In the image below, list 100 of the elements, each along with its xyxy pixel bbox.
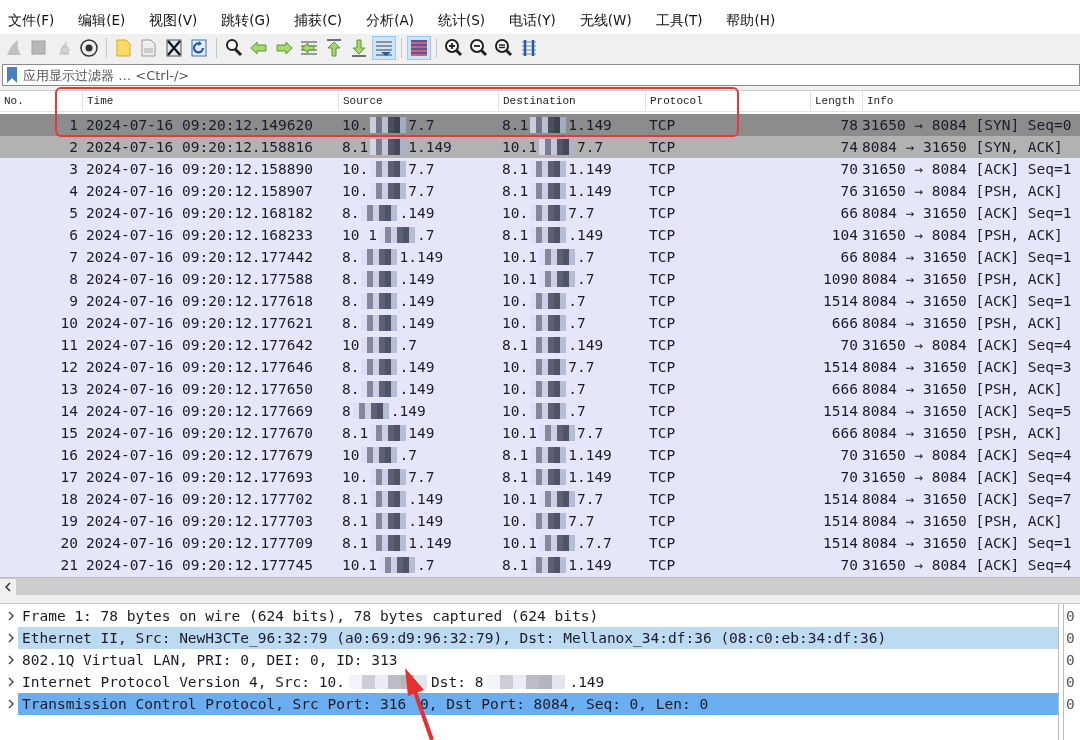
detail-row[interactable]: Transmission Control Protocol, Src Port: 316 0, Dst Port: 8084, Seq: 0, Len: 0 xyxy=(18,693,1058,715)
menu-item[interactable]: 分析(A) xyxy=(364,10,422,32)
colored-lines-button[interactable] xyxy=(407,36,431,60)
destination-address: 10. xyxy=(502,205,529,221)
column-header[interactable]: Destination xyxy=(498,91,645,111)
source-address: 10. xyxy=(342,117,369,133)
menu-item[interactable]: 工具(T) xyxy=(653,10,711,32)
source-address: .7 xyxy=(399,337,417,353)
autoscroll-button[interactable] xyxy=(372,36,396,60)
destination-address: 10. xyxy=(502,315,529,331)
menu-item[interactable]: 视图(V) xyxy=(147,10,206,32)
number-cell-text: 9 xyxy=(68,293,79,309)
down-arrow-icon xyxy=(349,38,369,58)
redaction-mosaic xyxy=(370,117,407,133)
protocol-cell-text: TCP xyxy=(648,513,677,529)
redaction-mosaic xyxy=(538,139,575,155)
column-header[interactable]: Length xyxy=(810,91,862,111)
source-address: 10. xyxy=(342,161,369,177)
bookmark-icon[interactable] xyxy=(5,66,19,84)
column-header[interactable]: Source xyxy=(338,91,498,111)
menu-item[interactable]: 帮助(H) xyxy=(724,10,784,32)
number-cell-text: 21 xyxy=(59,557,79,573)
zoom-out-icon xyxy=(469,38,489,58)
protocol-cell-text: TCP xyxy=(648,293,677,309)
length-cell-text: 1514 xyxy=(822,403,859,419)
length-cell-text: 666 xyxy=(830,315,859,331)
menu-item[interactable]: 电话(Y) xyxy=(507,10,564,32)
destination-address: 8.1 xyxy=(502,227,529,243)
source-address: .149 xyxy=(399,381,435,397)
column-header[interactable]: Protocol xyxy=(645,91,810,111)
column-header[interactable]: No. xyxy=(0,91,82,111)
source-address: 10 1 xyxy=(342,227,377,243)
redaction-mosaic xyxy=(361,271,398,287)
destination-address: 7.7 xyxy=(576,425,604,441)
display-filter-field[interactable]: 应用显示过滤器 … <Ctrl-/> xyxy=(2,64,1080,86)
destination-address: 7.7 xyxy=(568,513,595,529)
source-address: 10 xyxy=(342,337,360,353)
protocol-cell-text: TCP xyxy=(648,337,677,353)
info-cell-text: 8084 → 31650 [ACK] Seq=1 xyxy=(862,535,1073,551)
source-address: 10.1 xyxy=(342,557,377,573)
menu-item[interactable]: 编辑(E) xyxy=(76,10,134,32)
destination-address: 10.1 xyxy=(502,249,537,265)
info-cell-text: 31650 → 8084 [ACK] Seq=4 xyxy=(862,447,1073,463)
redaction-mosaic xyxy=(530,403,567,419)
autoscroll-icon xyxy=(374,38,394,58)
redaction-mosaic xyxy=(538,271,575,287)
destination-address: 1.149 xyxy=(568,183,612,199)
info-cell-text: 8084 → 31650 [ACK] Seq=5 xyxy=(862,403,1073,419)
source-address: .149 xyxy=(399,359,435,375)
destination-address: 1.149 xyxy=(568,447,612,463)
settings-button[interactable] xyxy=(77,36,101,60)
horizontal-scrollbar[interactable] xyxy=(0,577,1080,595)
menu-item[interactable]: 跳转(G) xyxy=(219,10,279,32)
length-cell-text: 78 xyxy=(839,117,859,133)
redaction-mosaic xyxy=(378,557,415,573)
detail-row[interactable]: Internet Protocol Version 4, Src: 10. Dst: 8 .149 xyxy=(18,671,1058,693)
menu-item[interactable]: 文件(F) xyxy=(6,10,63,32)
packet-row[interactable]: 2 2024-07-16 09:20:12.158816 8.1 1.149 10.1 7.7 TCP 74 8084 → 31650 [SYN, ACK] xyxy=(0,136,1080,158)
redaction-mosaic xyxy=(530,337,567,353)
menu-item[interactable]: 统计(S) xyxy=(435,10,494,32)
length-cell-text: 104 xyxy=(830,227,859,243)
detail-row[interactable]: 802.1Q Virtual LAN, PRI: 0, DEI: 0, ID: 313 xyxy=(18,649,1058,671)
source-address: 8. xyxy=(342,359,360,375)
menu-item[interactable]: 捕获(C) xyxy=(292,10,351,32)
redaction-mosaic xyxy=(530,161,567,177)
redaction-mosaic xyxy=(361,315,398,331)
source-address: 1.149 xyxy=(408,139,452,155)
source-address: 8. xyxy=(342,315,360,331)
redaction-mosaic xyxy=(361,205,398,221)
redaction-mosaic xyxy=(538,425,575,441)
packet-row[interactable]: 1 2024-07-16 09:20:12.149620 10. 7.7 8.1 1.149 TCP 78 31650 → 8084 [SYN] Seq=0 xyxy=(0,114,1080,136)
menu-item[interactable]: 无线(W) xyxy=(577,10,640,32)
detail-text: .149 xyxy=(569,674,605,690)
detail-row[interactable]: Ethernet II, Src: NewH3CTe_96:32:79 (a0:69:d9:96:32:79), Dst: Mellanox_34:df:36 (08:c0:eb:34:df:36) xyxy=(18,627,1058,649)
info-cell-text: 31650 → 8084 [PSH, ACK] xyxy=(862,227,1064,243)
number-cell-text: 11 xyxy=(59,337,79,353)
number-cell-text: 6 xyxy=(68,227,79,243)
redaction-mosaic xyxy=(352,403,389,419)
scroll-left-icon[interactable] xyxy=(0,578,16,595)
info-cell-text: 8084 → 31650 [ACK] Seq=1 xyxy=(862,249,1073,265)
source-address: 10 xyxy=(342,447,360,463)
source-address: 8.1 xyxy=(342,139,369,155)
redaction-mosaic xyxy=(530,205,567,221)
time-cell-text: 2024-07-16 09:20:12.177679 xyxy=(85,447,314,463)
destination-address: 8.1 xyxy=(502,447,529,463)
file-icon xyxy=(139,38,159,58)
destination-address: 10.1 xyxy=(502,425,537,441)
column-header[interactable]: Info xyxy=(862,91,1080,111)
info-cell-text: 8084 → 31650 [ACK] Seq=1 xyxy=(862,293,1073,309)
detail-text: 802.1Q Virtual LAN, PRI: 0, DEI: 0, ID: 313 xyxy=(22,652,398,668)
length-cell-text: 666 xyxy=(830,425,859,441)
detail-row[interactable]: Frame 1: 78 bytes on wire (624 bits), 78 bytes captured (624 bits) xyxy=(18,605,1058,627)
number-cell-text: 10 xyxy=(59,315,79,331)
column-header[interactable]: Time xyxy=(82,91,338,111)
time-cell-text: 2024-07-16 09:20:12.177693 xyxy=(85,469,314,485)
number-cell-text: 16 xyxy=(59,447,79,463)
protocol-cell-text: TCP xyxy=(648,117,677,133)
number-cell-text: 14 xyxy=(59,403,79,419)
source-address: 10. xyxy=(342,183,369,199)
protocol-cell-text: TCP xyxy=(648,161,677,177)
